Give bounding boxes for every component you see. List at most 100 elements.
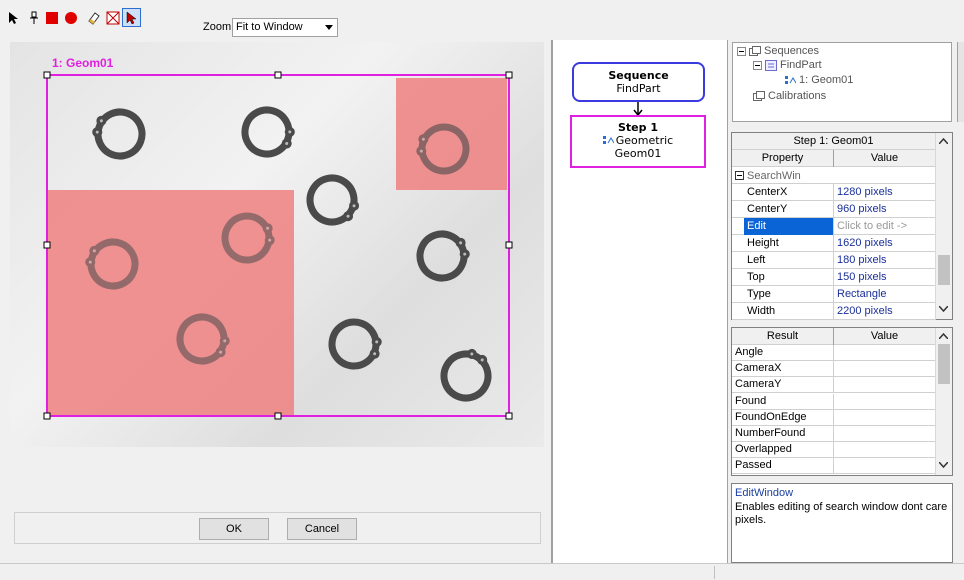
result-row[interactable]: Passed bbox=[732, 458, 936, 475]
result-row[interactable]: Overlapped bbox=[732, 442, 936, 459]
result-value bbox=[834, 361, 936, 378]
dont-care-box-icon[interactable] bbox=[103, 8, 122, 27]
result-row[interactable]: CameraX bbox=[732, 361, 936, 378]
property-name: Top bbox=[744, 269, 834, 286]
tree-item-findpart[interactable]: FindPart bbox=[753, 59, 822, 71]
property-name: Edit bbox=[744, 218, 834, 235]
result-value bbox=[834, 377, 936, 394]
scroll-thumb[interactable] bbox=[938, 255, 950, 285]
result-row[interactable]: Found bbox=[732, 393, 936, 411]
part-ring bbox=[240, 105, 299, 160]
part-ring bbox=[87, 104, 148, 162]
tree-item-sequences[interactable]: Sequences bbox=[737, 45, 819, 57]
step-title: Step 1 bbox=[618, 121, 658, 134]
result-value bbox=[834, 410, 936, 427]
dont-care-region[interactable] bbox=[47, 190, 294, 416]
sequence-title: Sequence bbox=[608, 69, 669, 82]
property-name: Width bbox=[744, 303, 834, 320]
result-value bbox=[834, 426, 936, 443]
results-scrollbar[interactable] bbox=[935, 328, 952, 475]
zoom-select[interactable]: Fit to Window bbox=[232, 18, 338, 37]
result-value bbox=[834, 394, 936, 411]
chevron-down-icon[interactable] bbox=[321, 19, 337, 36]
collapse-icon[interactable] bbox=[737, 46, 746, 56]
property-value[interactable]: 1280 pixels bbox=[834, 184, 936, 201]
property-name: Height bbox=[744, 235, 834, 252]
scroll-thumb[interactable] bbox=[938, 344, 950, 384]
sequence-icon bbox=[765, 59, 777, 71]
property-row[interactable]: Type Rectangle bbox=[732, 286, 936, 303]
toolbar: Zoom: Fit to Window bbox=[0, 0, 964, 40]
folder-icon bbox=[753, 90, 765, 101]
step-type: Geometric bbox=[615, 134, 674, 147]
geometric-icon bbox=[785, 75, 796, 84]
tree-view[interactable]: Sequences FindPart 1: Geom01 Calibration… bbox=[732, 42, 952, 122]
roi-label: 1: Geom01 bbox=[52, 56, 114, 70]
scroll-down-icon[interactable] bbox=[938, 303, 949, 315]
result-name: Angle bbox=[732, 345, 834, 361]
edit-window-arrow-icon[interactable] bbox=[122, 8, 141, 27]
property-grid[interactable]: Step 1: Geom01 Property Value SearchWin … bbox=[731, 132, 953, 320]
property-value[interactable]: 180 pixels bbox=[834, 252, 936, 269]
property-group-row[interactable]: SearchWin bbox=[732, 167, 936, 184]
property-value[interactable]: 1620 pixels bbox=[834, 235, 936, 252]
result-row[interactable]: Angle bbox=[732, 345, 936, 361]
geometric-icon bbox=[602, 136, 614, 144]
scroll-down-icon[interactable] bbox=[938, 459, 949, 471]
sequence-name: FindPart bbox=[616, 82, 661, 95]
property-value[interactable]: Rectangle bbox=[834, 286, 936, 303]
property-name: Left bbox=[744, 252, 834, 269]
result-row[interactable]: FoundOnEdge bbox=[732, 409, 936, 427]
side-buttons[interactable] bbox=[957, 42, 964, 122]
property-row[interactable]: Height 1620 pixels bbox=[732, 235, 936, 252]
property-grid-title: Step 1: Geom01 bbox=[732, 133, 936, 150]
cancel-button[interactable]: Cancel bbox=[287, 518, 357, 540]
image-canvas bbox=[43, 71, 513, 420]
property-value[interactable]: 960 pixels bbox=[834, 201, 936, 218]
result-row[interactable]: NumberFound bbox=[732, 426, 936, 442]
collapse-icon[interactable] bbox=[735, 171, 744, 180]
step-node[interactable]: Step 1 Geometric Geom01 bbox=[570, 115, 706, 168]
tree-item-calibrations[interactable]: Calibrations bbox=[753, 90, 826, 102]
camera-image[interactable] bbox=[10, 42, 544, 447]
result-name: Overlapped bbox=[732, 442, 834, 459]
ellipse-tool-icon[interactable] bbox=[61, 8, 80, 27]
column-header-result-value: Value bbox=[834, 328, 936, 345]
property-row[interactable]: Width 2200 pixels bbox=[732, 303, 936, 320]
property-value[interactable]: 2200 pixels bbox=[834, 303, 936, 320]
eraser-icon[interactable] bbox=[84, 8, 103, 27]
collapse-icon[interactable] bbox=[753, 60, 762, 70]
rectangle-tool-icon[interactable] bbox=[42, 8, 61, 27]
part-ring bbox=[414, 226, 475, 284]
result-value bbox=[834, 442, 936, 459]
tree-item-geom01[interactable]: 1: Geom01 bbox=[785, 74, 853, 86]
result-name: CameraY bbox=[732, 377, 834, 394]
property-row[interactable]: Left 180 pixels bbox=[732, 252, 936, 269]
property-row[interactable]: Edit Click to edit -> bbox=[732, 218, 936, 235]
result-name: NumberFound bbox=[732, 426, 834, 442]
property-name: CenterX bbox=[744, 184, 834, 201]
property-name: CenterY bbox=[744, 201, 834, 218]
property-value[interactable]: Click to edit -> bbox=[834, 218, 936, 235]
property-row[interactable]: CenterY 960 pixels bbox=[732, 201, 936, 218]
part-ring bbox=[436, 342, 499, 406]
zoom-value: Fit to Window bbox=[236, 21, 303, 33]
zoom-label: Zoom: bbox=[203, 21, 235, 33]
sequence-node[interactable]: Sequence FindPart bbox=[572, 62, 705, 102]
help-panel: EditWindow Enables editing of search win… bbox=[731, 483, 953, 563]
ok-button[interactable]: OK bbox=[199, 518, 269, 540]
dialog-button-bar bbox=[14, 512, 541, 544]
part-ring bbox=[302, 170, 366, 233]
result-row[interactable]: CameraY bbox=[732, 377, 936, 394]
property-row[interactable]: Top 150 pixels bbox=[732, 269, 936, 286]
select-arrow-icon[interactable] bbox=[4, 8, 23, 27]
scroll-up-icon[interactable] bbox=[938, 330, 949, 342]
status-divider bbox=[714, 566, 715, 579]
property-row[interactable]: CenterX 1280 pixels bbox=[732, 184, 936, 201]
property-scrollbar[interactable] bbox=[935, 133, 952, 319]
property-name: Type bbox=[744, 286, 834, 303]
pin-tool-icon[interactable] bbox=[24, 8, 43, 27]
scroll-up-icon[interactable] bbox=[938, 135, 949, 147]
results-grid[interactable]: Result Value Angle CameraX CameraY Found Fou… bbox=[731, 327, 953, 476]
property-value[interactable]: 150 pixels bbox=[834, 269, 936, 286]
